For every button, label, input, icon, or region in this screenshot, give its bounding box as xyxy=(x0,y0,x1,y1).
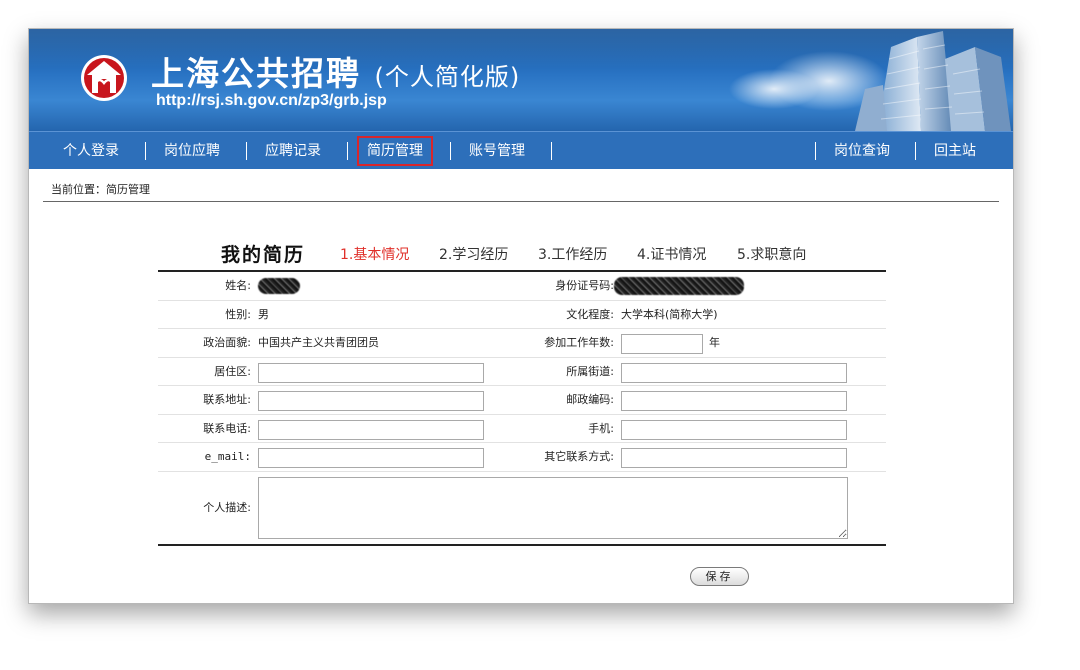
nav-login[interactable]: 个人登录 xyxy=(63,139,119,163)
nav-resume-management[interactable]: 简历管理 xyxy=(357,136,433,166)
postcode-input[interactable] xyxy=(621,391,847,411)
form-row-address-postcode: 联系地址: 邮政编码: xyxy=(158,386,886,415)
political-status-value: 中国共产主义共青团团员 xyxy=(258,336,379,349)
name-label: 姓名: xyxy=(225,279,251,292)
step-education[interactable]: 2.学习经历 xyxy=(439,244,508,264)
street-input[interactable] xyxy=(621,362,847,383)
email-input[interactable] xyxy=(258,448,484,468)
address-input[interactable] xyxy=(258,391,484,411)
phone-input[interactable] xyxy=(258,419,484,440)
step-certificates[interactable]: 4.证书情况 xyxy=(637,244,706,264)
logo-icon xyxy=(81,55,127,101)
resume-title: 我的简历 xyxy=(221,244,306,266)
mobile-label: 手机: xyxy=(588,421,614,435)
email-label: e_mail: xyxy=(204,450,251,463)
nav-separator xyxy=(246,142,247,160)
description-textarea[interactable] xyxy=(258,476,848,539)
breadcrumb-divider xyxy=(43,201,999,202)
name-value-redacted xyxy=(258,272,300,300)
political-status-label: 政治面貌: xyxy=(203,336,251,349)
id-number-label: 身份证号码: xyxy=(555,279,614,292)
gender-label: 性别: xyxy=(225,307,251,321)
nav-separator xyxy=(551,142,552,160)
gender-value: 男 xyxy=(258,307,269,321)
education-value: 大学本科(简称大学) xyxy=(621,307,718,321)
step-basic-info[interactable]: 1.基本情况 xyxy=(340,244,409,264)
nav-separator xyxy=(450,142,451,160)
site-url: http://rsj.sh.gov.cn/zp3/grb.jsp xyxy=(156,92,387,109)
nav-separator xyxy=(145,142,146,160)
nav-separator xyxy=(347,142,348,160)
postcode-label: 邮政编码: xyxy=(566,393,614,406)
work-years-label: 参加工作年数: xyxy=(544,336,614,349)
resume-form: 姓名: 身份证号码: 性别: 男 文化程度: 大学本科(简称大学) 政治面貌: … xyxy=(158,270,886,546)
step-work-experience[interactable]: 3.工作经历 xyxy=(538,244,607,264)
nav-job-search[interactable]: 岗位查询 xyxy=(834,139,890,163)
district-input[interactable] xyxy=(258,362,484,383)
nav-application-records[interactable]: 应聘记录 xyxy=(265,139,321,163)
save-button[interactable]: 保存 xyxy=(690,567,749,586)
nav-main-site[interactable]: 回主站 xyxy=(934,139,976,163)
phone-label: 联系电话: xyxy=(203,421,251,435)
description-label: 个人描述: xyxy=(203,500,251,514)
step-job-intention[interactable]: 5.求职意向 xyxy=(737,244,806,264)
id-number-value-redacted xyxy=(614,272,744,300)
nav-account-management[interactable]: 账号管理 xyxy=(469,139,525,163)
nav-separator xyxy=(915,142,916,160)
site-title-main: 上海公共招聘 xyxy=(151,54,361,93)
main-nav: 个人登录 岗位应聘 应聘记录 简历管理 账号管理 岗位查询 回主站 xyxy=(29,131,1013,169)
district-label: 居住区: xyxy=(214,364,251,378)
other-contact-label: 其它联系方式: xyxy=(544,450,614,463)
education-label: 文化程度: xyxy=(566,307,614,321)
nav-separator xyxy=(815,142,816,160)
mobile-input[interactable] xyxy=(621,419,847,440)
header-cloud xyxy=(729,69,819,109)
site-title: 上海公共招聘 (个人简化版) xyxy=(151,47,520,95)
form-row-political-workyears: 政治面貌: 中国共产主义共青团团员 参加工作年数: 年 xyxy=(158,329,886,358)
street-label: 所属街道: xyxy=(566,364,614,378)
breadcrumb: 当前位置：简历管理 xyxy=(51,183,150,196)
browser-window: 上海公共招聘 (个人简化版) http://rsj.sh.gov.cn/zp3/… xyxy=(28,28,1014,604)
form-row-phone-mobile: 联系电话: 手机: xyxy=(158,415,886,443)
city-skyline-image xyxy=(855,31,1011,131)
redaction-mark xyxy=(258,278,300,294)
form-row-description: 个人描述: xyxy=(158,472,886,544)
year-unit: 年 xyxy=(709,336,720,349)
form-row-name-id: 姓名: 身份证号码: xyxy=(158,272,886,301)
work-years-input[interactable] xyxy=(621,334,703,354)
redaction-mark xyxy=(614,277,744,295)
site-title-sub: (个人简化版) xyxy=(374,63,521,91)
nav-job-apply[interactable]: 岗位应聘 xyxy=(164,139,220,163)
site-header: 上海公共招聘 (个人简化版) http://rsj.sh.gov.cn/zp3/… xyxy=(29,29,1013,131)
form-row-gender-education: 性别: 男 文化程度: 大学本科(简称大学) xyxy=(158,301,886,329)
address-label: 联系地址: xyxy=(203,393,251,406)
other-contact-input[interactable] xyxy=(621,448,847,468)
form-row-email-other: e_mail: 其它联系方式: xyxy=(158,443,886,472)
form-row-district-street: 居住区: 所属街道: xyxy=(158,358,886,386)
